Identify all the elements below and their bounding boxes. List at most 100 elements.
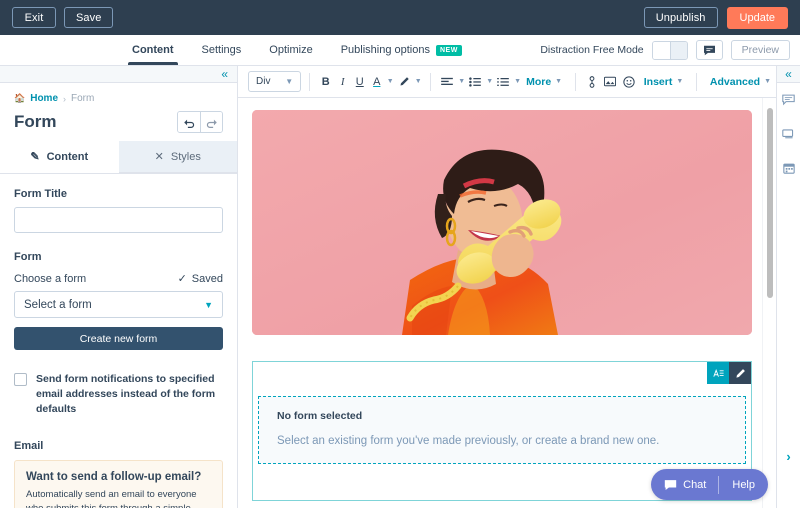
canvas-scrollbar-thumb[interactable] bbox=[767, 108, 773, 298]
chevron-right-icon: › bbox=[786, 449, 790, 464]
form-notifications-label: Send form notifications to specified ema… bbox=[36, 372, 223, 418]
emoji-icon bbox=[623, 76, 635, 88]
check-icon: ✓ bbox=[178, 272, 187, 285]
woman-with-yellow-telephone-photo bbox=[252, 110, 752, 335]
highlight-button[interactable] bbox=[395, 71, 413, 93]
app-root: Exit Save Unpublish Update Content Setti… bbox=[0, 0, 800, 508]
form-notifications-checkbox-row[interactable]: Send form notifications to specified ema… bbox=[14, 372, 223, 418]
block-format-value: Div bbox=[256, 76, 270, 87]
left-tab-styles-label: Styles bbox=[171, 151, 201, 163]
highlight-caret-icon[interactable]: ▼ bbox=[415, 78, 422, 85]
hero-image[interactable] bbox=[252, 110, 752, 335]
toolbar-divider bbox=[309, 73, 310, 91]
right-rail-calendar-button[interactable] bbox=[777, 151, 800, 185]
numbered-list-button[interactable] bbox=[494, 71, 512, 93]
form-placeholder[interactable]: No form selected Select an existing form… bbox=[258, 396, 746, 464]
canvas-scrollbar[interactable] bbox=[762, 98, 776, 508]
align-left-icon bbox=[441, 77, 453, 87]
nav-right-controls: Distraction Free Mode Preview bbox=[540, 35, 800, 65]
home-icon: 🏠 bbox=[14, 93, 25, 104]
module-style-button[interactable] bbox=[707, 362, 729, 384]
breadcrumb-separator: › bbox=[63, 94, 66, 104]
tab-publishing-options-label: Publishing options bbox=[341, 44, 430, 56]
preview-button[interactable]: Preview bbox=[731, 40, 790, 60]
advanced-label: Advanced bbox=[710, 76, 760, 88]
toolbar-divider-3 bbox=[575, 73, 576, 91]
align-button[interactable] bbox=[438, 71, 456, 93]
bulleted-list-button[interactable] bbox=[466, 71, 484, 93]
advanced-menu-button[interactable]: Advanced ▼ bbox=[705, 76, 776, 88]
module-edit-button[interactable] bbox=[729, 362, 751, 384]
distraction-free-mode-toggle[interactable] bbox=[652, 41, 688, 60]
save-button[interactable]: Save bbox=[64, 7, 113, 28]
create-new-form-button[interactable]: Create new form bbox=[14, 327, 223, 350]
numbered-list-caret-icon[interactable]: ▼ bbox=[514, 78, 521, 85]
caret-down-icon: ▼ bbox=[204, 300, 213, 310]
exit-button[interactable]: Exit bbox=[12, 7, 56, 28]
numbered-list-icon bbox=[497, 77, 509, 87]
marker-icon bbox=[398, 76, 410, 88]
link-icon bbox=[587, 76, 597, 88]
right-rail: « › bbox=[776, 66, 800, 508]
form-select[interactable]: Select a form ▼ bbox=[14, 291, 223, 318]
saved-status: ✓ Saved bbox=[178, 272, 223, 285]
tab-optimize-label: Optimize bbox=[269, 44, 312, 56]
bulleted-list-caret-icon[interactable]: ▼ bbox=[486, 78, 493, 85]
link-button[interactable] bbox=[584, 71, 600, 93]
redo-icon bbox=[205, 117, 218, 128]
form-select-value: Select a form bbox=[24, 299, 92, 311]
unpublish-button[interactable]: Unpublish bbox=[644, 7, 718, 28]
emoji-button[interactable] bbox=[620, 71, 638, 93]
form-title-label: Form Title bbox=[14, 188, 223, 200]
tab-optimize[interactable]: Optimize bbox=[255, 35, 326, 65]
right-rail-comments-button[interactable] bbox=[777, 83, 800, 117]
breadcrumb: 🏠 Home › Form bbox=[14, 93, 223, 104]
choose-form-row: Choose a form ✓ Saved bbox=[14, 272, 223, 285]
tab-publishing-options[interactable]: Publishing options NEW bbox=[327, 35, 476, 65]
breadcrumb-home-link[interactable]: Home bbox=[30, 93, 58, 104]
underline-button[interactable]: U bbox=[352, 71, 368, 93]
more-menu-button[interactable]: More ▼ bbox=[521, 76, 567, 88]
left-panel-body: Form Title Form Choose a form ✓ Saved Se… bbox=[0, 174, 237, 508]
italic-button[interactable]: I bbox=[335, 71, 351, 93]
tab-settings[interactable]: Settings bbox=[188, 35, 256, 65]
page-canvas: No form selected Select an existing form… bbox=[238, 98, 776, 508]
form-placeholder-title: No form selected bbox=[277, 410, 727, 422]
comment-button[interactable] bbox=[696, 40, 723, 60]
callout-heading: Want to send a follow-up email? bbox=[26, 471, 211, 483]
tab-content[interactable]: Content bbox=[118, 35, 188, 65]
redo-button[interactable] bbox=[200, 112, 222, 132]
form-title-input[interactable] bbox=[14, 207, 223, 233]
image-button[interactable] bbox=[601, 71, 619, 93]
insert-group: Insert ▼ bbox=[584, 71, 689, 93]
insert-label: Insert bbox=[644, 76, 673, 88]
chat-widget[interactable]: Chat Help bbox=[651, 469, 768, 500]
text-color-caret-icon[interactable]: ▼ bbox=[387, 78, 394, 85]
chat-button[interactable]: Chat bbox=[651, 479, 718, 491]
right-rail-preview-button[interactable] bbox=[777, 117, 800, 151]
rich-text-toolbar: Div ▼ B I U A ▼ ▼ ▼ bbox=[238, 66, 776, 98]
comment-icon bbox=[782, 94, 795, 106]
toolbar-divider-2 bbox=[430, 73, 431, 91]
left-tab-content[interactable]: ✎ Content bbox=[0, 141, 119, 173]
form-notifications-checkbox[interactable] bbox=[14, 373, 27, 386]
help-button[interactable]: Help bbox=[719, 479, 768, 491]
more-label: More bbox=[526, 76, 551, 88]
right-panel-expand-button[interactable]: › bbox=[786, 449, 790, 464]
pencil-icon: ✎ bbox=[30, 150, 39, 163]
left-tab-styles[interactable]: ✕ Styles bbox=[119, 141, 238, 173]
caret-down-icon: ▼ bbox=[285, 77, 293, 86]
monitor-preview-icon bbox=[782, 128, 795, 140]
right-rail-collapse-button[interactable]: « bbox=[777, 66, 800, 83]
top-app-bar: Exit Save Unpublish Update bbox=[0, 0, 800, 35]
chat-label: Chat bbox=[683, 479, 706, 491]
bold-button[interactable]: B bbox=[318, 71, 334, 93]
left-panel-collapse-button[interactable]: « bbox=[0, 66, 237, 83]
block-format-select[interactable]: Div ▼ bbox=[248, 71, 301, 92]
insert-menu-button[interactable]: Insert ▼ bbox=[639, 76, 689, 88]
update-button[interactable]: Update bbox=[727, 7, 788, 29]
text-color-button[interactable]: A bbox=[369, 71, 385, 93]
undo-button[interactable] bbox=[178, 112, 200, 132]
calendar-icon bbox=[783, 162, 795, 174]
align-caret-icon[interactable]: ▼ bbox=[458, 78, 465, 85]
